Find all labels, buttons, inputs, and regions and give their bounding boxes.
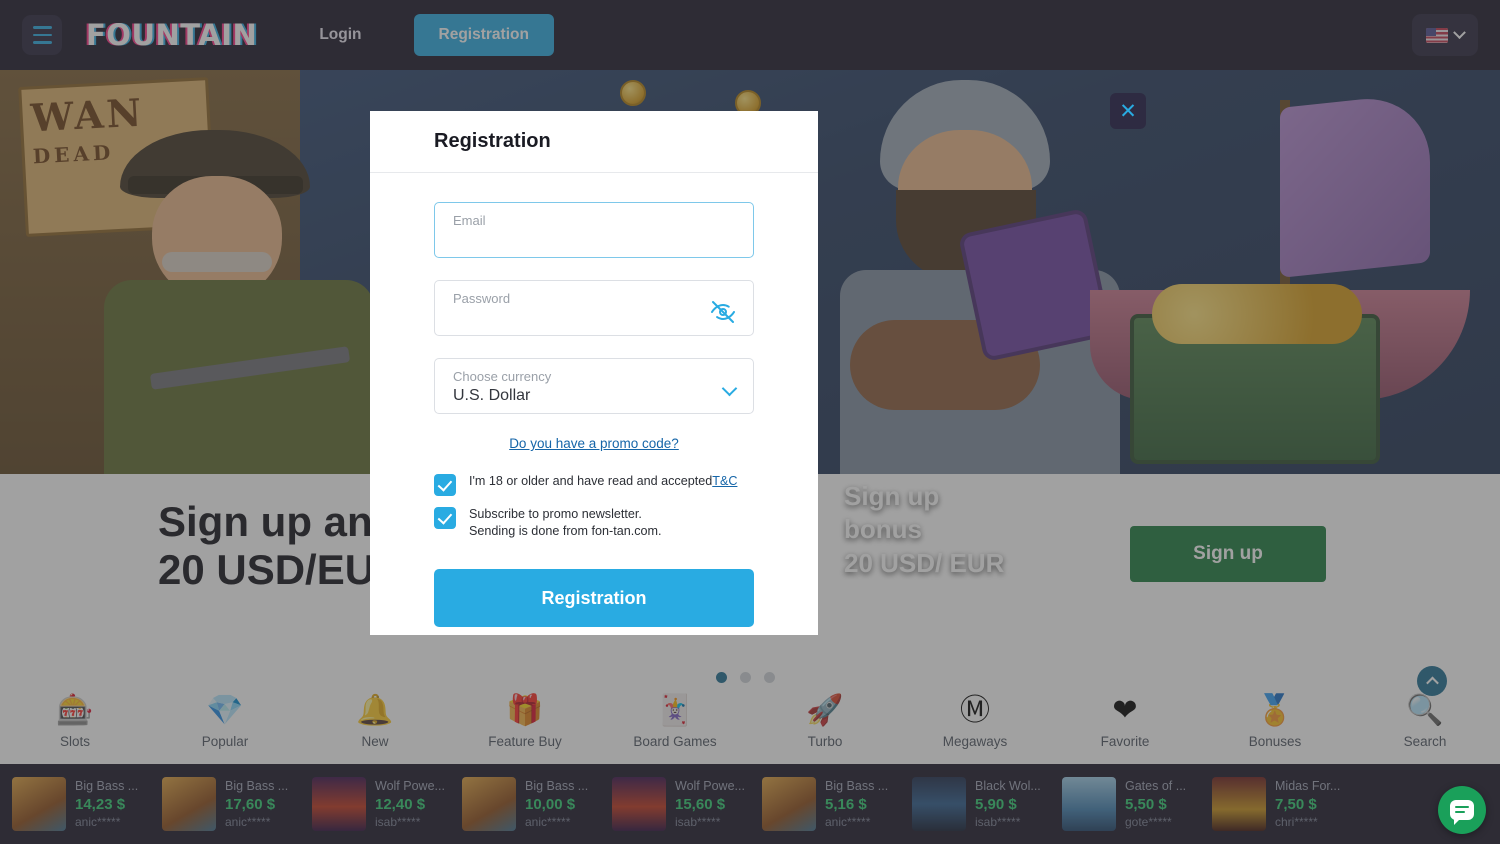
age-consent-checkbox[interactable] <box>434 474 456 496</box>
age-consent-row: I'm 18 or older and have read and accept… <box>434 473 754 496</box>
registration-submit-button[interactable]: Registration <box>434 569 754 628</box>
currency-select[interactable]: Choose currency U.S. Dollar <box>434 358 754 414</box>
eye-off-icon[interactable] <box>711 300 735 329</box>
age-consent-text: I'm 18 or older and have read and accept… <box>469 474 713 488</box>
chat-bubble-icon <box>1450 800 1474 825</box>
password-label: Password <box>453 291 511 306</box>
password-input[interactable] <box>452 307 713 324</box>
password-field[interactable]: Password <box>434 280 754 336</box>
newsletter-label: Subscribe to promo newsletter. Sending i… <box>469 507 662 538</box>
modal-body: Email Password Choose currency U.S. Doll… <box>370 173 818 628</box>
page-root: FOUNTAIN Login Registration WANDEAD <box>0 0 1500 844</box>
email-label: Email <box>453 213 486 228</box>
email-field[interactable]: Email <box>434 202 754 258</box>
modal-side-artwork <box>818 111 1130 635</box>
registration-modal: Registration Email Password Choose curre… <box>370 111 818 635</box>
newsletter-checkbox[interactable] <box>434 507 456 529</box>
terms-link[interactable]: T&C <box>712 474 737 488</box>
close-icon[interactable]: ✕ <box>1110 93 1146 129</box>
currency-value: U.S. Dollar <box>453 387 531 404</box>
chevron-down-icon[interactable] <box>721 380 738 397</box>
age-consent-label: I'm 18 or older and have read and accept… <box>469 473 737 490</box>
newsletter-row: Subscribe to promo newsletter. Sending i… <box>434 506 754 539</box>
currency-label: Choose currency <box>453 369 552 384</box>
email-input[interactable] <box>452 229 713 246</box>
modal-title: Registration <box>434 130 551 152</box>
promo-code-link[interactable]: Do you have a promo code? <box>434 436 754 451</box>
modal-header: Registration <box>370 111 818 173</box>
chat-button[interactable] <box>1438 786 1486 834</box>
